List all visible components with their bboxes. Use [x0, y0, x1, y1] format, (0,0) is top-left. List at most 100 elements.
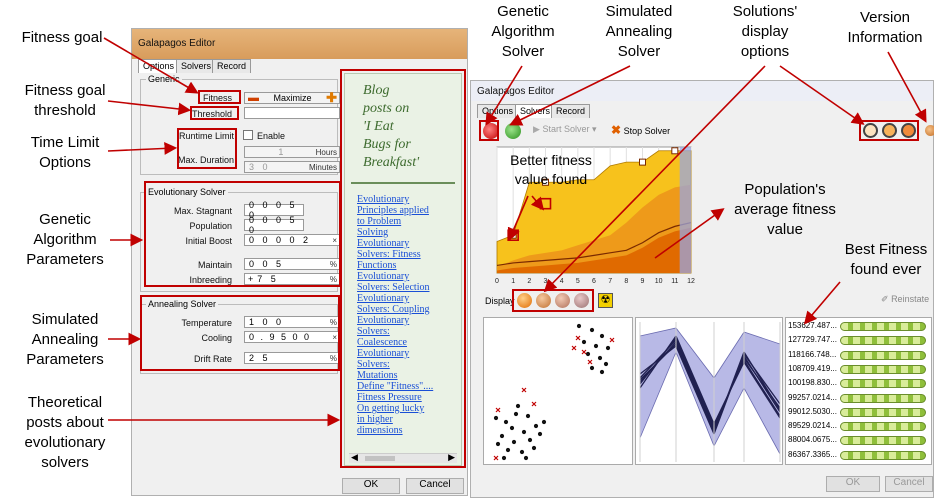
fitness-row[interactable]: 86367.3365... [788, 449, 928, 462]
fitness-row-bar [840, 422, 926, 432]
sa-solver-icon[interactable] [505, 123, 521, 139]
fitness-row[interactable]: 100198.830... [788, 377, 928, 390]
enable-checkbox[interactable] [243, 130, 253, 140]
highlight-time-limit [177, 128, 237, 169]
chart-best-point-marker [671, 147, 679, 155]
hours-field[interactable]: 1 Hours [244, 146, 340, 158]
left-cancel-button[interactable]: Cancel [406, 478, 464, 494]
right-tab-solvers[interactable]: Solvers [515, 104, 556, 118]
callout-theory-posts: Theoretical posts about evolutionary solver… [24, 394, 106, 471]
population-dot [511, 439, 517, 445]
population-dot [599, 333, 605, 339]
fitness-row[interactable]: 99012.5030... [788, 406, 928, 419]
chart-x-tick-label: 4 [560, 278, 564, 285]
population-scatter-panel [483, 317, 633, 465]
highlight-ga-params [144, 181, 341, 287]
fitness-row-bar [840, 450, 926, 460]
population-dot [581, 339, 587, 345]
chart-x-tick-label: 3 [544, 278, 548, 285]
fitness-row-value: 99012.5030... [788, 406, 837, 416]
right-tab-options[interactable]: Options [477, 104, 519, 118]
right-cancel-button[interactable]: Cancel [885, 476, 933, 492]
callout-best-fitness: Best Fitness found ever [844, 241, 928, 278]
stop-icon: ✖ [611, 123, 622, 137]
population-dot [597, 355, 603, 361]
fitness-row-bar [840, 393, 926, 403]
right-ok-button[interactable]: OK [826, 476, 880, 492]
fitness-mode-value: Maximize [273, 93, 312, 103]
fitness-row[interactable]: 89529.0214... [788, 420, 928, 433]
best-fitness-list: 153627.487... 127729.747... 118166.748... 1… [785, 317, 932, 465]
population-dot [605, 345, 611, 351]
population-dot [509, 425, 515, 431]
fitness-row-value: 108709.419... [788, 363, 837, 373]
stop-solver-label: Stop Solver [623, 126, 671, 136]
left-ok-button[interactable]: OK [342, 478, 400, 494]
fitness-row[interactable]: 153627.487... [788, 320, 928, 333]
wand-icon: ✐ [881, 294, 889, 304]
chart-x-tick-label: 1 [511, 278, 515, 285]
fitness-row[interactable]: 88004.0675... [788, 434, 928, 447]
highlight-blog [340, 69, 466, 468]
callout-version-info: Version Information [847, 9, 923, 46]
fitness-row[interactable]: 99257.0214... [788, 392, 928, 405]
population-dot [525, 413, 531, 419]
population-dot [533, 423, 539, 429]
fitness-row-bar [840, 379, 926, 389]
parent-cross-marker [587, 359, 593, 365]
population-dot [603, 361, 609, 367]
chevron-down-icon: ▾ [591, 124, 597, 134]
chart-best-point-marker [509, 231, 517, 239]
fitness-row-value: 118166.748... [788, 349, 837, 359]
play-icon: ▶ [533, 124, 540, 134]
radiation-icon[interactable]: ☢ [598, 293, 613, 308]
fitness-row[interactable]: 127729.747... [788, 334, 928, 347]
minus-icon[interactable]: ▬ [245, 92, 259, 104]
population-dot [495, 441, 501, 447]
hours-value: 1 [278, 147, 287, 157]
population-dot [541, 419, 547, 425]
callout-population-average: Population's average fitness value [734, 181, 836, 238]
fitness-row-value: 153627.487... [788, 321, 837, 330]
reinstate-label: Reinstate [891, 294, 930, 304]
population-dot [527, 437, 533, 443]
parent-cross-marker [575, 335, 581, 341]
chart-x-tick-label: 9 [641, 278, 645, 285]
tab-options[interactable]: Options [138, 59, 180, 73]
fitness-row-bar [840, 350, 926, 360]
chart-x-tick-label: 8 [624, 278, 628, 285]
right-window-title: Galapagos Editor [477, 86, 555, 97]
fitness-row[interactable]: 108709.419... [788, 363, 928, 376]
population-dot [503, 419, 509, 425]
stop-solver-button[interactable]: ✖ Stop Solver [611, 123, 670, 137]
population-dot [589, 365, 595, 371]
population-dot [513, 411, 519, 417]
parent-cross-marker [531, 401, 537, 407]
enable-label: Enable [257, 131, 286, 141]
fitness-row-value: 100198.830... [788, 378, 837, 388]
callout-time-limit: Time Limit Options [30, 134, 100, 171]
chart-x-tick-label: 10 [655, 278, 663, 285]
fitness-mode-field[interactable]: ▬ Maximize ✚ [244, 90, 340, 106]
fitness-row[interactable]: 118166.748... [788, 349, 928, 362]
right-tab-record[interactable]: Record [551, 104, 591, 118]
parallel-range-band [639, 327, 781, 455]
tab-record[interactable]: Record [212, 59, 252, 73]
callout-sa-solver: Simulated Annealing Solver [605, 3, 673, 60]
hours-unit: Hours [315, 147, 337, 157]
left-galapagos-window: Galapagos Editor Options Solvers Record … [131, 28, 468, 496]
population-dot [531, 445, 537, 451]
population-dot [501, 455, 507, 461]
tab-solvers[interactable]: Solvers [176, 59, 217, 73]
start-solver-button[interactable]: ▶ Start Solver ▾ [533, 124, 597, 135]
reinstate-button[interactable]: ✐ Reinstate [881, 294, 929, 305]
chart-x-tick-label: 0 [495, 278, 499, 285]
chart-x-tick-label: 11 [671, 278, 678, 285]
fitness-row-bar [840, 322, 926, 331]
threshold-field[interactable] [244, 107, 340, 119]
version-info-icon[interactable] [925, 125, 934, 136]
fitness-row-bar [840, 436, 926, 446]
plus-icon[interactable]: ✚ [326, 90, 339, 106]
minutes-field[interactable]: 3 0 Minutes [244, 161, 340, 173]
population-dot [493, 415, 499, 421]
